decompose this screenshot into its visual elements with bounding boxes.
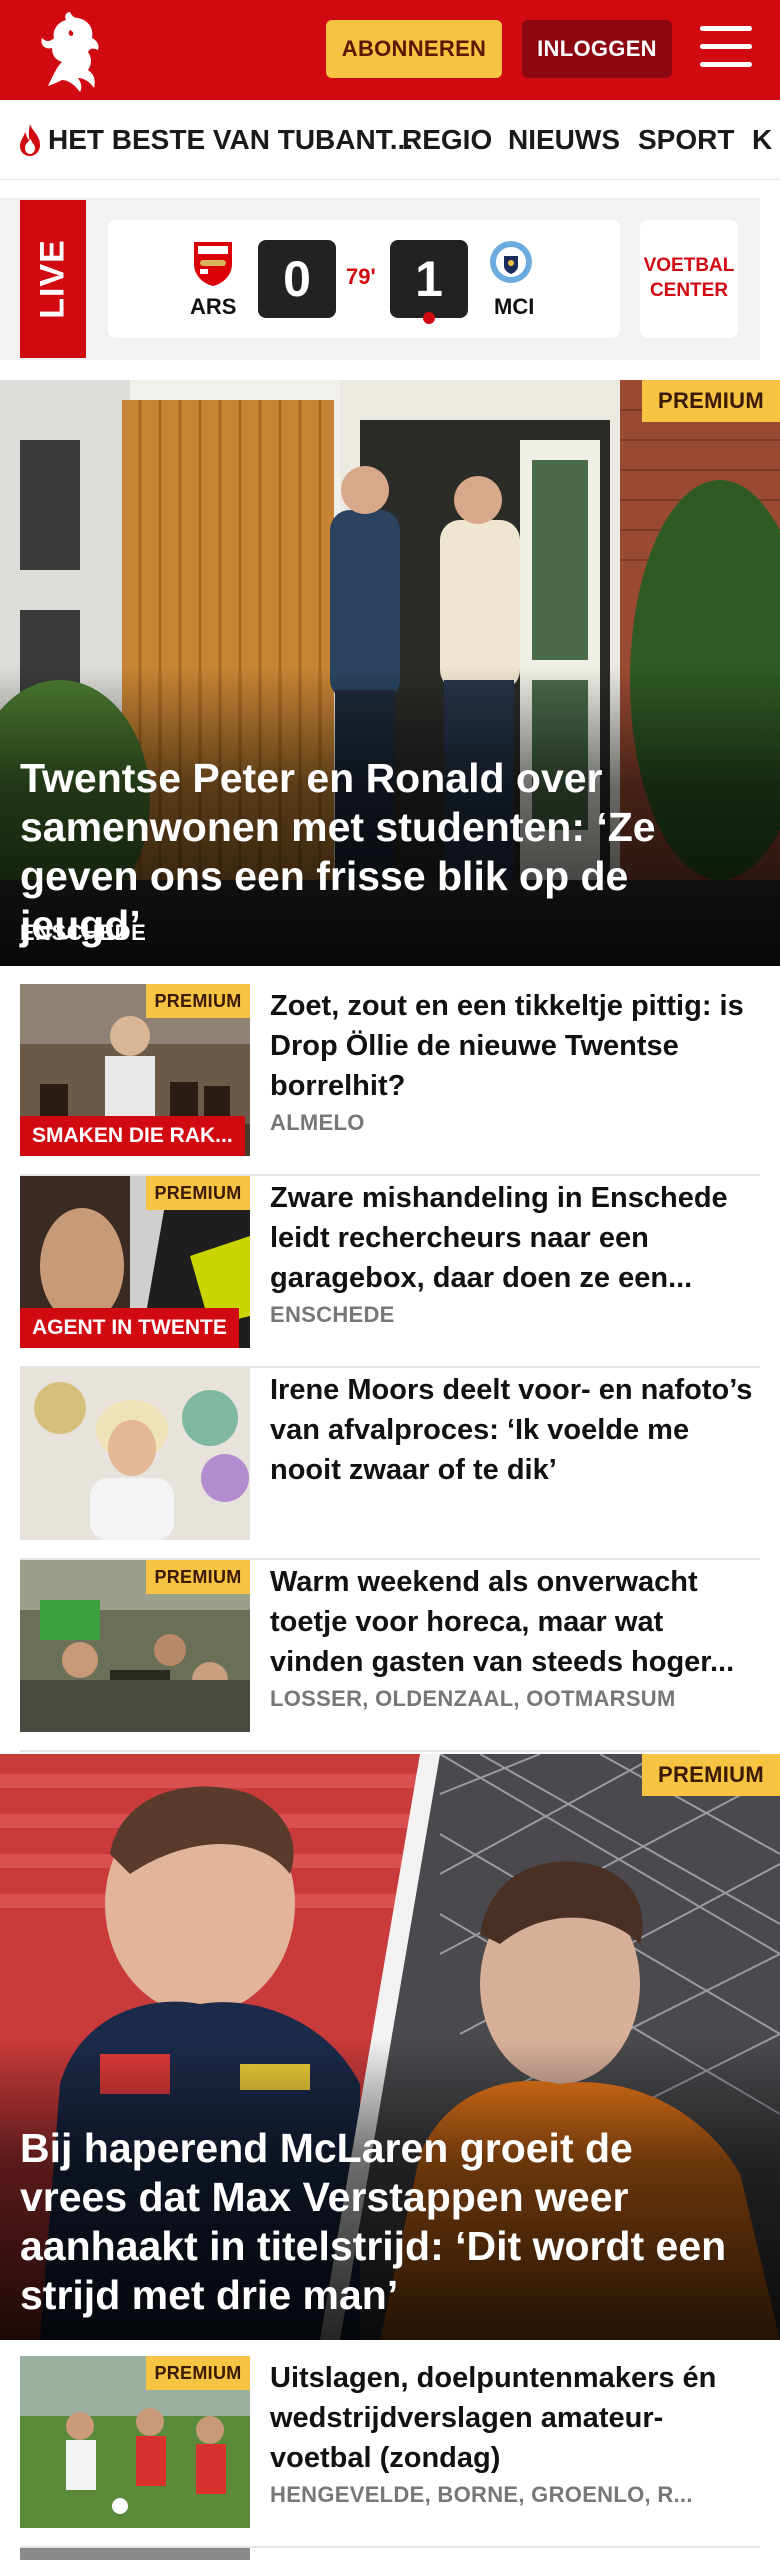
match-score-card[interactable]: ARS 0 79' 1 MCI — [108, 220, 620, 338]
article-thumbnail — [20, 1368, 250, 1540]
article-thumbnail: PREMIUM AGENT IN TWENTE — [20, 1176, 250, 1348]
hero-article-1[interactable]: PREMIUM Twentse Peter en Ronald over sam… — [0, 380, 780, 966]
article-title[interactable]: Irene Moors deelt voor- en nafoto’s van … — [270, 1370, 760, 1490]
list-item[interactable]: PREMIUM SMAKEN DIE RAK... Zoet, zout en … — [20, 984, 760, 1176]
live-score-bar: LIVE ARS 0 79' 1 MCI VOETBAL CENTER — [0, 198, 760, 360]
list-item[interactable]: PREMIUM Warm weekend als onverwacht toet… — [20, 1560, 760, 1752]
article-thumbnail: PREMIUM — [20, 2356, 250, 2528]
article-thumbnail — [20, 2548, 250, 2560]
series-label: AGENT IN TWENTE — [20, 1308, 239, 1348]
article-title[interactable]: Uitslagen, doelpuntenmakers én wedstrijd… — [270, 2358, 760, 2478]
hero-article-2[interactable]: PREMIUM Bij haperend McLaren groeit de v… — [0, 1754, 780, 2340]
subscribe-button[interactable]: ABONNEREN — [326, 20, 502, 78]
live-indicator-dot — [423, 312, 435, 324]
nav-item-regio[interactable]: REGIO — [402, 100, 492, 179]
article-location: HENGEVELDE, BORNE, GROENLO, R... — [270, 2482, 693, 2507]
nav-item-more[interactable]: K — [752, 100, 772, 179]
article-location: ENSCHEDE — [270, 1302, 395, 1327]
nav-item-label: HET BESTE VAN TUBANT... — [48, 124, 414, 155]
away-score: 1 — [390, 240, 468, 318]
nav-item-best-of[interactable]: HET BESTE VAN TUBANT... — [16, 100, 414, 179]
article-title[interactable]: Zware mishandeling in Enschede leidt rec… — [270, 1178, 760, 1298]
premium-badge: PREMIUM — [146, 1176, 250, 1210]
list-item[interactable]: PREMIUM AGENT IN TWENTE Zware mishandeli… — [20, 1176, 760, 1368]
article-location: ALMELO — [270, 1110, 365, 1135]
article-title[interactable]: Zoet, zout en een tikkeltje pittig: is D… — [270, 986, 760, 1106]
nav-item-sport[interactable]: SPORT — [638, 100, 734, 179]
login-button[interactable]: INLOGGEN — [522, 20, 672, 78]
list-item[interactable]: Irene Moors deelt voor- en nafoto’s van … — [20, 1368, 760, 1560]
premium-badge: PREMIUM — [146, 2356, 250, 2390]
article-thumbnail: PREMIUM SMAKEN DIE RAK... — [20, 984, 250, 1156]
arsenal-crest-icon — [194, 242, 232, 286]
premium-badge: PREMIUM — [146, 1560, 250, 1594]
hamburger-menu-icon[interactable] — [700, 26, 752, 72]
premium-badge: PREMIUM — [642, 1754, 780, 1796]
away-team-code: MCI — [494, 294, 535, 319]
tubantia-horse-logo-icon[interactable] — [30, 8, 110, 92]
home-score: 0 — [258, 240, 336, 318]
article-location: LOSSER, OLDENZAAL, OOTMARSUM — [270, 1686, 676, 1711]
hero-location: ENSCHEDE — [20, 920, 147, 945]
list-item[interactable]: PREMIUM Uitslagen, doelpuntenmakers én w… — [20, 2356, 760, 2548]
site-header: ABONNEREN INLOGGEN — [0, 0, 780, 100]
section-nav: HET BESTE VAN TUBANT... REGIO NIEUWS SPO… — [0, 100, 780, 180]
premium-badge: PREMIUM — [642, 380, 780, 422]
nav-item-nieuws[interactable]: NIEUWS — [508, 100, 620, 179]
list-item[interactable] — [20, 2548, 760, 2560]
match-minute: 79' — [346, 264, 376, 289]
article-thumbnail: PREMIUM — [20, 1560, 250, 1732]
man-city-crest-icon — [490, 241, 532, 283]
premium-badge: PREMIUM — [146, 984, 250, 1018]
home-team-code: ARS — [190, 294, 237, 319]
article-title[interactable]: Warm weekend als onverwacht toetje voor … — [270, 1562, 760, 1682]
series-label: SMAKEN DIE RAK... — [20, 1116, 245, 1156]
flame-icon — [20, 124, 40, 156]
live-tag: LIVE — [20, 200, 86, 358]
hero-headline[interactable]: Bij haperend McLaren groeit de vrees dat… — [20, 2124, 750, 2320]
voetbal-center-link[interactable]: VOETBAL CENTER — [640, 220, 738, 338]
